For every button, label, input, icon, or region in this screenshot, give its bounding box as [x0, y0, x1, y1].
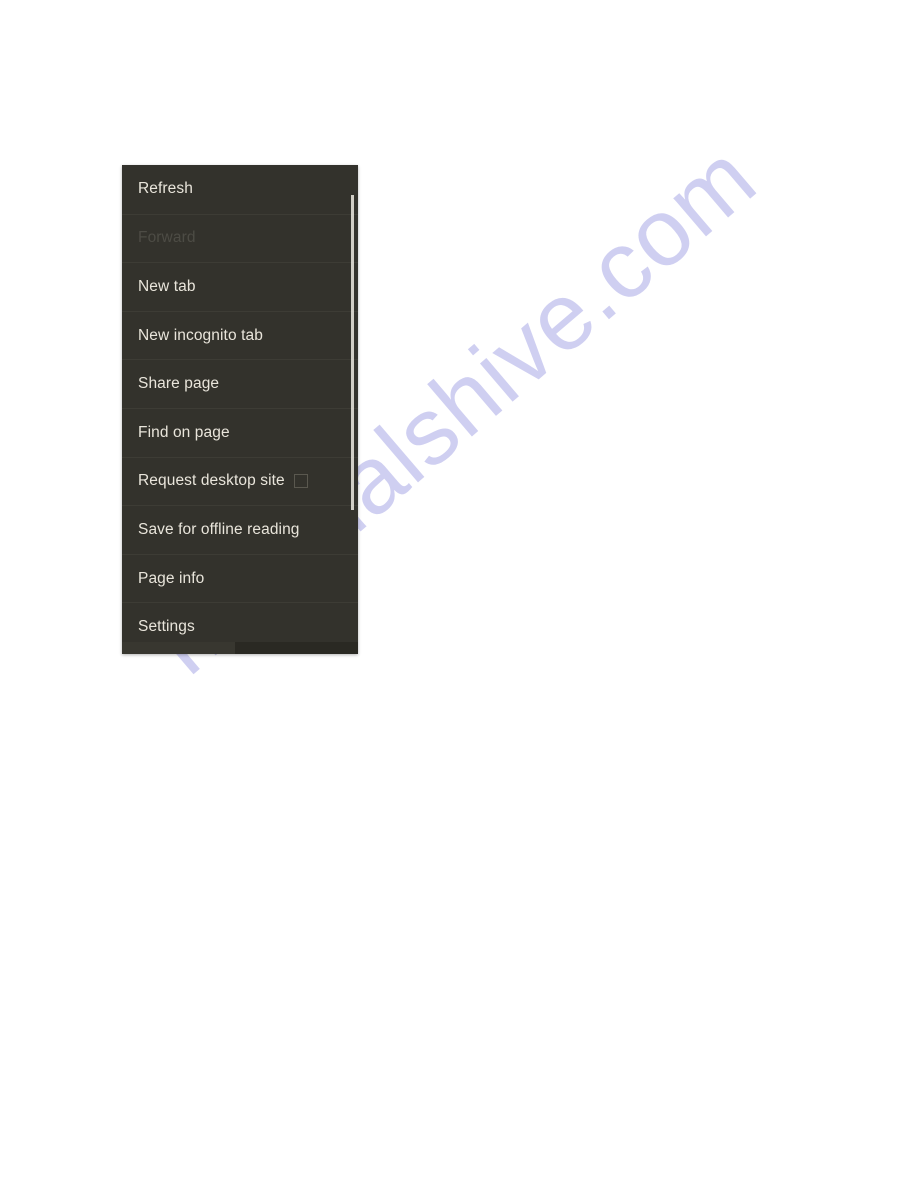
menu-item-find-on-page[interactable]: Find on page: [122, 407, 358, 457]
menu-item-list: Refresh Forward New tab New incognito tab Sh…: [122, 165, 358, 651]
menu-item-label: Share page: [138, 375, 220, 393]
scrollbar-track[interactable]: [351, 165, 356, 654]
menu-item-save-for-offline-reading[interactable]: Save for offline reading: [122, 505, 358, 554]
menu-item-page-info[interactable]: Page info: [122, 553, 358, 603]
menu-item-refresh[interactable]: Refresh: [122, 165, 358, 214]
menu-item-label: Save for offline reading: [138, 520, 300, 538]
menu-item-request-desktop-site[interactable]: Request desktop site: [122, 456, 358, 506]
menu-bottom-strip-left: [122, 642, 235, 654]
menu-item-label: Page info: [138, 569, 205, 587]
scrollbar-thumb[interactable]: [351, 195, 354, 510]
menu-item-forward: Forward: [122, 213, 358, 263]
menu-item-label: Find on page: [138, 423, 230, 441]
browser-overflow-menu[interactable]: Refresh Forward New tab New incognito tab Sh…: [122, 165, 358, 654]
menu-item-label: New tab: [138, 277, 196, 295]
menu-item-new-incognito-tab[interactable]: New incognito tab: [122, 310, 358, 360]
document-page: manualshive.com Refresh Forward New tab New…: [0, 0, 918, 1188]
menu-item-label: Refresh: [138, 180, 193, 198]
menu-item-share-page[interactable]: Share page: [122, 359, 358, 408]
menu-item-label: New incognito tab: [138, 326, 263, 344]
menu-item-label: Request desktop site: [138, 472, 285, 490]
menu-item-new-tab[interactable]: New tab: [122, 262, 358, 311]
menu-item-label: Settings: [138, 618, 195, 636]
menu-item-label: Forward: [138, 229, 196, 247]
request-desktop-site-checkbox[interactable]: [293, 474, 308, 489]
